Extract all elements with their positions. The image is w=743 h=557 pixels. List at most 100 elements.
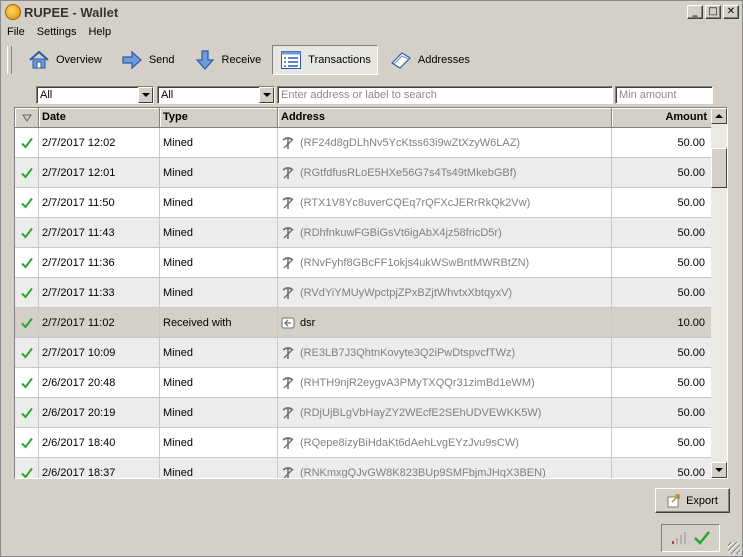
- confirmed-status-cell: [15, 248, 39, 278]
- receive-button[interactable]: Receive: [186, 45, 269, 75]
- confirmed-check-icon: [20, 197, 33, 209]
- pickaxe-icon: [282, 137, 294, 149]
- confirmed-status-cell: [15, 158, 39, 188]
- export-label: Export: [686, 494, 718, 507]
- send-button[interactable]: Send: [113, 45, 182, 75]
- transactions-table: Date Type Address Amount 2/7/2017 12:02 M…: [14, 107, 728, 479]
- pickaxe-icon: [282, 467, 294, 478]
- date-cell: 2/7/2017 11:02: [39, 308, 160, 338]
- min-amount-input[interactable]: Min amount: [615, 86, 713, 104]
- type-cell: Mined: [160, 248, 278, 278]
- menu-file[interactable]: File: [1, 26, 31, 38]
- maximize-button[interactable]: □: [705, 5, 721, 19]
- type-column-header[interactable]: Type: [160, 108, 278, 128]
- pickaxe-icon: [282, 407, 294, 419]
- amount-cell: 50.00: [612, 188, 712, 218]
- address-column-header[interactable]: Address: [278, 108, 612, 128]
- filter-row: All All Enter address or label to search…: [1, 86, 742, 104]
- confirmed-check-icon: [20, 347, 33, 359]
- table-row[interactable]: 2/6/2017 20:19 Mined (RDjUjBLgVbHayZY2WEcf…: [15, 398, 712, 428]
- address-text: (RVdYiYMUyWpctpjZPxBZjtWhvtxXbtqyxV): [300, 287, 513, 299]
- table-row[interactable]: 2/7/2017 11:33 Mined (RVdYiYMUyWpctpjZPxBZ…: [15, 278, 712, 308]
- date-column-header[interactable]: Date: [39, 108, 160, 128]
- pickaxe-icon: [282, 257, 294, 269]
- table-row[interactable]: 2/7/2017 10:09 Mined (RE3LB7J3QhtnKovyte3Q…: [15, 338, 712, 368]
- wallet-window: RUPEE - Wallet _ □ ✕ File Settings Help …: [0, 0, 743, 557]
- export-button[interactable]: Export: [655, 488, 730, 513]
- table-row[interactable]: 2/6/2017 18:40 Mined (RQepe8izyBiHdaKt6dAe…: [15, 428, 712, 458]
- transactions-button[interactable]: Transactions: [272, 45, 378, 75]
- connections-signal-icon[interactable]: [671, 532, 687, 544]
- table-header: Date Type Address Amount: [15, 108, 712, 128]
- address-cell: (RNvFyhf8GBcFF1okjs4ukWSwBntMWRBtZN): [278, 248, 612, 278]
- pickaxe-icon: [282, 377, 294, 389]
- address-cell: (RTX1V8Yc8uverCQEq7rQFXcJERrRkQk2Vw): [278, 188, 612, 218]
- receive-address-icon: [281, 317, 295, 329]
- address-cell: (RDhfnkuwFGBiGsVt6igAbX4jz58fricD5r): [278, 218, 612, 248]
- status-bar: [1, 522, 742, 556]
- address-text: (RNKmxgQJvGW8K823BUp9SMFbjmJHqX3BEN): [300, 467, 546, 479]
- pickaxe-icon: [282, 347, 294, 359]
- overview-button[interactable]: Overview: [20, 45, 109, 75]
- amount-cell: 50.00: [612, 368, 712, 398]
- receive-arrow-icon: [193, 48, 217, 72]
- address-text: dsr: [300, 317, 316, 329]
- address-text: (RDjUjBLgVbHayZY2WEcfE2SEhUDVEWKK5W): [300, 407, 542, 419]
- pickaxe-icon: [282, 227, 294, 239]
- addresses-button[interactable]: Addresses: [382, 45, 477, 75]
- confirmed-check-icon: [20, 257, 33, 269]
- confirmed-status-cell: [15, 338, 39, 368]
- toolbar-grip[interactable]: [7, 46, 12, 74]
- addresses-label: Addresses: [417, 54, 470, 66]
- confirmed-check-icon: [20, 137, 33, 149]
- table-row[interactable]: 2/6/2017 18:37 Mined (RNKmxgQJvGW8K823BUp9…: [15, 458, 712, 479]
- resize-grip[interactable]: [728, 542, 740, 554]
- address-search-input[interactable]: Enter address or label to search: [277, 86, 613, 104]
- status-column-header[interactable]: [15, 108, 39, 128]
- date-cell: 2/6/2017 18:40: [39, 428, 160, 458]
- address-text: (RTX1V8Yc8uverCQEq7rQFXcJERrRkQk2Vw): [300, 197, 531, 209]
- date-cell: 2/7/2017 12:02: [39, 128, 160, 158]
- address-cell: (RE3LB7J3QhtnKovyte3Q2iPwDtspvcfTWz): [278, 338, 612, 368]
- confirmed-status-cell: [15, 428, 39, 458]
- table-row[interactable]: 2/7/2017 11:43 Mined (RDhfnkuwFGBiGsVt6igA…: [15, 218, 712, 248]
- close-button[interactable]: ✕: [723, 5, 739, 19]
- type-cell: Mined: [160, 188, 278, 218]
- table-row[interactable]: 2/7/2017 11:02 Received with dsr 10.00: [15, 308, 712, 338]
- confirmed-status-cell: [15, 188, 39, 218]
- date-cell: 2/7/2017 11:43: [39, 218, 160, 248]
- vertical-scrollbar[interactable]: [711, 108, 727, 478]
- confirmed-check-icon: [20, 377, 33, 389]
- type-cell: Mined: [160, 218, 278, 248]
- chevron-down-icon[interactable]: [259, 87, 274, 103]
- address-cell: (RDjUjBLgVbHayZY2WEcfE2SEhUDVEWKK5W): [278, 398, 612, 428]
- send-arrow-icon: [120, 48, 144, 72]
- table-row[interactable]: 2/7/2017 12:02 Mined (RF24d8gDLhNv5YcKtss6…: [15, 128, 712, 158]
- menu-help[interactable]: Help: [82, 26, 117, 38]
- scroll-up-button[interactable]: [711, 108, 727, 124]
- scroll-thumb[interactable]: [711, 148, 727, 188]
- menu-bar: File Settings Help: [1, 23, 742, 41]
- date-cell: 2/7/2017 11:33: [39, 278, 160, 308]
- amount-cell: 50.00: [612, 128, 712, 158]
- type-filter-select[interactable]: All: [157, 86, 275, 104]
- table-row[interactable]: 2/7/2017 11:36 Mined (RNvFyhf8GBcFF1okjs4u…: [15, 248, 712, 278]
- type-filter-value: All: [161, 89, 174, 101]
- minimize-button[interactable]: _: [687, 5, 703, 19]
- table-row[interactable]: 2/6/2017 20:48 Mined (RHTH9njR2eygvA3PMyTX…: [15, 368, 712, 398]
- amount-column-header[interactable]: Amount: [612, 108, 712, 128]
- amount-cell: 50.00: [612, 158, 712, 188]
- table-row[interactable]: 2/7/2017 12:01 Mined (RGtfdfusRLoE5HXe56G7…: [15, 158, 712, 188]
- type-cell: Mined: [160, 398, 278, 428]
- address-text: (RNvFyhf8GBcFF1okjs4ukWSwBntMWRBtZN): [300, 257, 530, 269]
- date-filter-select[interactable]: All: [36, 86, 154, 104]
- address-text: (RQepe8izyBiHdaKt6dAehLvgEYzJvu9sCW): [300, 437, 519, 449]
- chevron-down-icon[interactable]: [138, 87, 153, 103]
- scroll-down-button[interactable]: [711, 462, 727, 478]
- menu-settings[interactable]: Settings: [31, 26, 83, 38]
- title-bar[interactable]: RUPEE - Wallet _ □ ✕: [1, 1, 742, 23]
- confirmed-status-cell: [15, 278, 39, 308]
- address-book-icon: [389, 48, 413, 72]
- synced-check-icon[interactable]: [693, 531, 711, 545]
- table-row[interactable]: 2/7/2017 11:50 Mined (RTX1V8Yc8uverCQEq7rQ…: [15, 188, 712, 218]
